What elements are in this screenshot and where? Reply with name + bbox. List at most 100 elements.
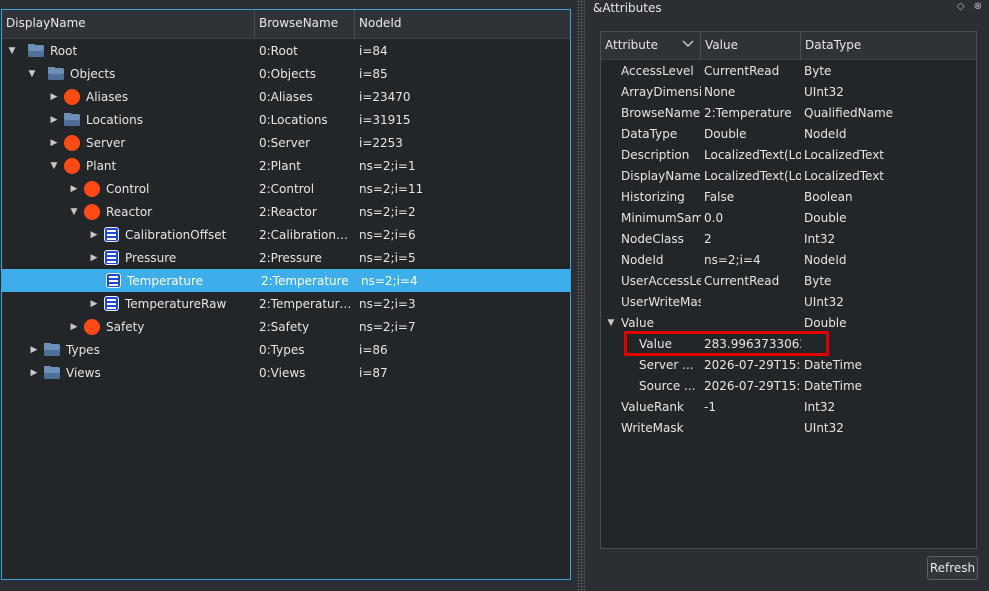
tree-item-label: Temperature (127, 273, 204, 288)
dock-title-buttons[interactable]: ◇ ⊗ (957, 1, 985, 12)
expand-arrow-icon[interactable]: ▼ (26, 69, 38, 79)
attr-value[interactable]: 2026-07-29T15:05 (701, 379, 801, 393)
attr-row[interactable]: UserWriteMask UInt32 (601, 291, 976, 312)
refresh-button[interactable]: Refresh (927, 556, 978, 580)
attr-value[interactable]: CurrentRead (701, 64, 801, 78)
column-header-nodeid[interactable]: NodeId (355, 10, 570, 38)
attr-value[interactable]: -1 (701, 400, 801, 414)
node-id: i=86 (359, 342, 388, 357)
attr-row-value-parent[interactable]: ▼ Value Double (601, 312, 976, 333)
expand-arrow-icon[interactable]: ▶ (48, 138, 60, 148)
attr-value[interactable]: None (701, 85, 801, 99)
attr-datatype: Byte (804, 273, 832, 288)
tree-row-selected[interactable]: Temperature 2:Temperature ns=2;i=4 (2, 269, 570, 292)
attr-value[interactable]: ns=2;i=4 (701, 253, 801, 267)
tree-row[interactable]: ▶ Pressure 2:Pressure ns=2;i=5 (2, 246, 570, 269)
collapse-arrow-icon[interactable]: ▼ (601, 318, 621, 328)
expand-arrow-icon[interactable]: ▶ (88, 253, 100, 263)
expand-arrow-icon[interactable]: ▶ (48, 92, 60, 102)
expand-arrow-icon[interactable]: ▶ (28, 368, 40, 378)
attr-datatype: Int32 (804, 399, 836, 414)
attr-row[interactable]: ValueRank -1 Int32 (601, 396, 976, 417)
expand-arrow-icon[interactable]: ▼ (6, 46, 18, 56)
attr-row[interactable]: DisplayName LocalizedText(Loc LocalizedTex… (601, 165, 976, 186)
node-id: ns=2;i=3 (359, 296, 416, 311)
attr-row[interactable]: WriteMask UInt32 (601, 417, 976, 438)
column-header-displayname[interactable]: DisplayName (2, 10, 255, 38)
expand-arrow-icon[interactable]: ▶ (68, 184, 80, 194)
attr-row[interactable]: AccessLevel CurrentRead Byte (601, 60, 976, 81)
object-icon (64, 157, 80, 174)
expand-arrow-icon[interactable]: ▼ (48, 161, 60, 171)
object-icon (84, 180, 100, 197)
tree-row[interactable]: ▼ Plant 2:Plant ns=2;i=1 (2, 154, 570, 177)
variable-icon (104, 227, 119, 242)
attr-row[interactable]: Description LocalizedText(Loc LocalizedTex… (601, 144, 976, 165)
folder-icon (28, 43, 44, 57)
attr-value[interactable]: 2026-07-29T15:05 (701, 358, 801, 372)
column-header-datatype[interactable]: DataType (801, 32, 976, 59)
node-id: i=2253 (359, 135, 403, 150)
tree-row[interactable]: ▼ Objects 0:Objects i=85 (2, 62, 570, 85)
column-header-value[interactable]: Value (701, 32, 801, 59)
tree-row[interactable]: ▶ TemperatureRaw 2:Temperature... ns=2;i… (2, 292, 570, 315)
attr-value[interactable]: 0.0 (701, 211, 801, 225)
folder-icon (64, 112, 80, 126)
attr-row[interactable]: NodeId ns=2;i=4 NodeId (601, 249, 976, 270)
variable-icon (106, 273, 121, 288)
attr-value[interactable]: 2:Temperature (701, 106, 801, 120)
tree-row[interactable]: ▶ Types 0:Types i=86 (2, 338, 570, 361)
attr-name: Server ... (639, 357, 694, 372)
tree-item-label: Pressure (125, 250, 177, 265)
tree-row[interactable]: ▼ Root 0:Root i=84 (2, 39, 570, 62)
header-label: Attribute (605, 38, 658, 52)
attr-row[interactable]: ArrayDimensionsNoneUInt32 (601, 81, 976, 102)
attr-value[interactable]: Double (701, 127, 801, 141)
expand-arrow-icon[interactable]: ▼ (68, 207, 80, 217)
attr-name: NodeClass (621, 231, 684, 246)
attr-name: Historizing (621, 189, 685, 204)
tree-item-label: Views (66, 365, 101, 380)
attr-value[interactable]: CurrentRead (701, 274, 801, 288)
tree-row[interactable]: ▶ Safety 2:Safety ns=2;i=7 (2, 315, 570, 338)
tree-row[interactable]: ▶ Locations 0:Locations i=31915 (2, 108, 570, 131)
expand-arrow-icon[interactable]: ▶ (88, 299, 100, 309)
attributes-table[interactable]: Attribute Value DataType AccessLevel Curr… (600, 31, 977, 549)
address-space-tree[interactable]: DisplayName BrowseName NodeId ▼ Root 0:R… (1, 9, 571, 580)
attr-value[interactable]: False (701, 190, 801, 204)
attr-row[interactable]: NodeClass 2 Int32 (601, 228, 976, 249)
tree-row[interactable]: ▶ Control 2:Control ns=2;i=11 (2, 177, 570, 200)
chevron-down-icon[interactable] (682, 37, 694, 49)
attr-value-editable[interactable]: 283.9963733062611 (701, 337, 801, 351)
tree-row[interactable]: ▼ Reactor 2:Reactor ns=2;i=2 (2, 200, 570, 223)
attr-row-value[interactable]: Value 283.9963733062611 (601, 333, 976, 354)
attr-header: Attribute Value DataType (601, 32, 976, 60)
tree-row[interactable]: ▶ Aliases 0:Aliases i=23470 (2, 85, 570, 108)
tree-row[interactable]: ▶ Server 0:Server i=2253 (2, 131, 570, 154)
attr-row[interactable]: DataType Double NodeId (601, 123, 976, 144)
attr-value[interactable]: LocalizedText(Loc (701, 169, 801, 183)
attr-row[interactable]: MinimumSamplingInterval0.0Double (601, 207, 976, 228)
column-header-attribute[interactable]: Attribute (601, 32, 701, 59)
tree-row[interactable]: ▶ Views 0:Views i=87 (2, 361, 570, 384)
splitter-handle[interactable] (577, 0, 585, 591)
tree-item-label: Control (106, 181, 150, 196)
attr-row[interactable]: BrowseName 2:Temperature QualifiedName (601, 102, 976, 123)
tree-header: DisplayName BrowseName NodeId (2, 10, 570, 39)
attr-value[interactable]: LocalizedText(Loc (701, 148, 801, 162)
column-header-browsename[interactable]: BrowseName (255, 10, 355, 38)
folder-icon (44, 342, 60, 356)
tree-row[interactable]: ▶ CalibrationOffset 2:CalibrationO... ns… (2, 223, 570, 246)
expand-arrow-icon[interactable]: ▶ (48, 115, 60, 125)
attr-row[interactable]: UserAccessLevelCurrentReadByte (601, 270, 976, 291)
expand-arrow-icon[interactable]: ▶ (88, 230, 100, 240)
attr-value[interactable]: 2 (701, 232, 801, 246)
attr-name: DisplayName (621, 168, 701, 183)
attr-name: ArrayDimensions (621, 84, 701, 99)
expand-arrow-icon[interactable]: ▶ (28, 345, 40, 355)
attr-row[interactable]: Historizing False Boolean (601, 186, 976, 207)
expand-arrow-icon[interactable]: ▶ (68, 322, 80, 332)
attr-row[interactable]: Source ... 2026-07-29T15:05DateTime (601, 375, 976, 396)
attr-datatype: Double (804, 210, 847, 225)
attr-row[interactable]: Server ... 2026-07-29T15:05DateTime (601, 354, 976, 375)
